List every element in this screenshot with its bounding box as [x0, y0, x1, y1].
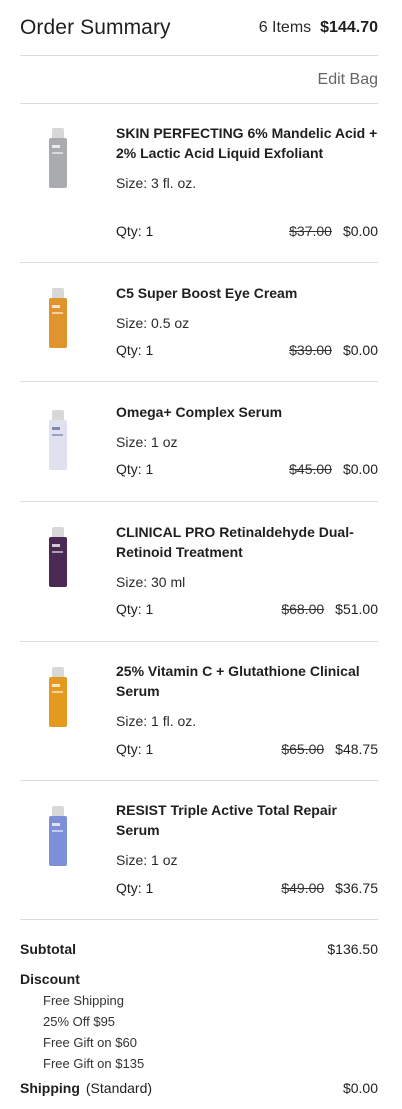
header-totals: 6 Items $144.70 — [259, 19, 378, 37]
product-image — [38, 288, 78, 358]
original-price: $39.00 — [289, 342, 332, 358]
shipping-type: (Standard) — [85, 1080, 153, 1096]
product-name[interactable]: Omega+ Complex Serum — [116, 402, 378, 422]
shipping-label: Shipping — [20, 1080, 80, 1096]
product-size: Size: 0.5 oz — [116, 315, 190, 331]
line-item: 25% Vitamin C + Glutathione Clinical Ser… — [20, 642, 378, 781]
bottle-icon — [49, 128, 67, 190]
subtotal-label: Subtotal — [20, 941, 76, 957]
discount-row: Discount — [20, 969, 378, 989]
original-price: $37.00 — [289, 223, 332, 239]
product-image — [38, 527, 78, 597]
product-qty: Qty: 1 — [116, 342, 154, 358]
line-item: SKIN PERFECTING 6% Mandelic Acid + 2% La… — [20, 104, 378, 263]
qty-price-row: Qty: 1 $49.00 $36.75 — [116, 880, 378, 896]
product-size: Size: 1 oz — [116, 434, 178, 450]
subtotal-row: Subtotal $136.50 — [20, 939, 378, 959]
original-price: $65.00 — [281, 741, 325, 757]
qty-price-row: Qty: 1 $68.00 $51.00 — [116, 601, 378, 617]
edit-bag-link[interactable]: Edit Bag — [318, 71, 378, 89]
line-item: RESIST Triple Active Total Repair Serum … — [20, 781, 378, 920]
discount-item: Free Shipping — [43, 993, 124, 1008]
product-qty: Qty: 1 — [116, 461, 154, 477]
line-item: CLINICAL PRO Retinaldehyde Dual-Retinoid… — [20, 502, 378, 642]
qty-price-row: Qty: 1 $37.00 $0.00 — [116, 223, 378, 239]
discount-item: Free Gift on $60 — [43, 1035, 137, 1050]
product-qty: Qty: 1 — [116, 223, 154, 239]
product-qty: Qty: 1 — [116, 741, 154, 757]
product-image — [38, 410, 78, 480]
order-total: $144.70 — [320, 18, 378, 36]
product-qty: Qty: 1 — [116, 601, 154, 617]
items-count: 6 Items — [258, 18, 312, 36]
page-title: Order Summary — [20, 15, 171, 39]
product-name[interactable]: C5 Super Boost Eye Cream — [116, 283, 378, 303]
order-totals: Subtotal $136.50 Discount Free Shipping … — [20, 920, 378, 1098]
product-name[interactable]: SKIN PERFECTING 6% Mandelic Acid + 2% La… — [116, 123, 378, 163]
qty-price-row: Qty: 1 $65.00 $48.75 — [116, 741, 378, 757]
bottle-icon — [49, 410, 67, 472]
bottle-icon — [49, 527, 67, 589]
subtotal-value: $136.50 — [327, 941, 378, 957]
sale-price: $0.00 — [342, 223, 378, 239]
product-image — [38, 667, 78, 737]
product-size: Size: 30 ml — [116, 574, 186, 590]
discount-item: 25% Off $95 — [43, 1014, 116, 1029]
discount-label: Discount — [20, 971, 80, 987]
original-price: $68.00 — [281, 601, 325, 617]
line-item: C5 Super Boost Eye Cream Size: 0.5 oz Qt… — [20, 263, 378, 382]
sale-price: $0.00 — [342, 461, 378, 477]
shipping-row: Shipping (Standard) $0.00 — [20, 1078, 378, 1098]
qty-price-row: Qty: 1 $45.00 $0.00 — [116, 461, 378, 477]
sale-price: $48.75 — [335, 741, 378, 757]
product-size: Size: 1 fl. oz. — [116, 713, 197, 729]
edit-bag-bar: Edit Bag — [20, 56, 378, 104]
bottle-icon — [49, 667, 67, 729]
product-size: Size: 1 oz — [116, 852, 178, 868]
product-name[interactable]: 25% Vitamin C + Glutathione Clinical Ser… — [116, 661, 378, 701]
product-image — [38, 806, 78, 876]
product-name[interactable]: RESIST Triple Active Total Repair Serum — [116, 800, 378, 840]
bottle-icon — [49, 806, 67, 868]
product-qty: Qty: 1 — [116, 880, 154, 896]
original-price: $45.00 — [289, 461, 332, 477]
discount-item: Free Gift on $135 — [43, 1056, 145, 1071]
product-size: Size: 3 fl. oz. — [116, 175, 197, 191]
qty-price-row: Qty: 1 $39.00 $0.00 — [116, 342, 378, 358]
shipping-value: $0.00 — [342, 1080, 378, 1096]
original-price: $49.00 — [281, 880, 325, 896]
sale-price: $36.75 — [335, 880, 378, 896]
sale-price: $0.00 — [342, 342, 378, 358]
product-image — [38, 128, 78, 198]
order-summary-header: Order Summary 6 Items $144.70 — [20, 0, 378, 56]
discount-list: Free Shipping 25% Off $95 Free Gift on $… — [43, 990, 378, 1074]
product-name[interactable]: CLINICAL PRO Retinaldehyde Dual-Retinoid… — [116, 522, 378, 562]
sale-price: $51.00 — [335, 601, 378, 617]
line-item: Omega+ Complex Serum Size: 1 oz Qty: 1 $… — [20, 382, 378, 502]
bottle-icon — [49, 288, 67, 350]
